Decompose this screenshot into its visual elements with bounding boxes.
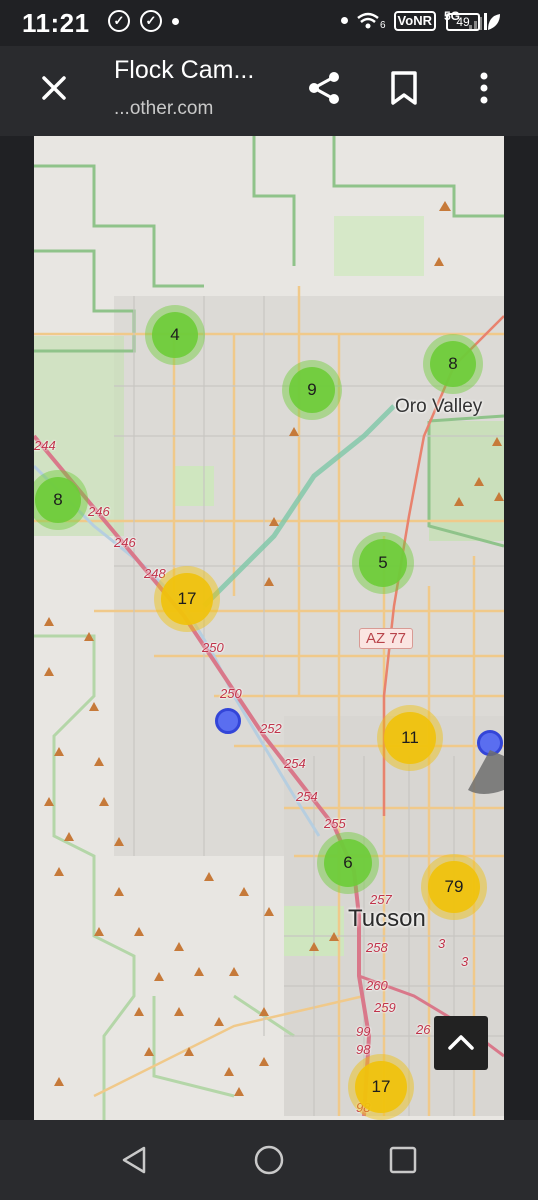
mile-marker: 26 — [416, 1022, 431, 1037]
place-label-oro-valley: Oro Valley — [395, 396, 483, 417]
mile-marker: 246 — [114, 535, 136, 550]
mile-marker: 3 — [438, 936, 446, 951]
cluster-marker[interactable]: 8 — [423, 334, 483, 394]
chevron-up-icon — [448, 1035, 474, 1050]
check-circle-icon: ✓ — [140, 10, 162, 32]
recents-icon[interactable] — [385, 1142, 421, 1178]
status-bar: 11:21 ✓ ✓ 6 VoNR 5G 49 — [0, 0, 538, 46]
mile-marker: 252 — [260, 721, 282, 736]
battery-icon: 49 — [446, 13, 480, 31]
home-icon[interactable] — [251, 1142, 287, 1178]
cluster-marker[interactable]: 11 — [377, 705, 443, 771]
route-shield-az77: AZ 77 — [359, 628, 414, 649]
more-vert-icon[interactable] — [464, 68, 504, 108]
mile-marker: 259 — [374, 1000, 396, 1015]
mile-marker: 255 — [324, 816, 346, 831]
check-circle-icon: ✓ — [108, 10, 130, 32]
mile-marker: 250 — [202, 640, 224, 655]
cluster-count: 5 — [358, 538, 408, 588]
mile-marker: 254 — [284, 756, 306, 771]
mile-marker: 244 — [34, 438, 56, 453]
system-nav-bar — [0, 1120, 538, 1200]
bookmark-icon[interactable] — [384, 68, 424, 108]
cluster-marker[interactable]: 5 — [352, 532, 414, 594]
vonr-badge: VoNR — [393, 10, 436, 31]
mile-marker: 3 — [461, 954, 469, 969]
status-notifications: ✓ ✓ — [108, 10, 179, 32]
wifi-icon — [357, 12, 379, 28]
share-icon[interactable] — [304, 68, 344, 108]
back-icon[interactable] — [116, 1142, 152, 1178]
mile-marker: 98 — [356, 1042, 371, 1057]
place-label-tucson: Tucson — [348, 905, 426, 932]
cluster-count: 6 — [323, 838, 373, 888]
map-view[interactable]: Oro Valley Tucson AZ 77 244 246 246 248 … — [34, 136, 504, 1120]
mile-marker: 257 — [370, 892, 392, 907]
cluster-count: 17 — [355, 1061, 407, 1113]
mile-marker: 246 — [88, 504, 110, 519]
map-base — [34, 136, 504, 1120]
cluster-count: 79 — [428, 861, 480, 913]
cluster-count: 11 — [384, 712, 436, 764]
mile-marker: 258 — [366, 940, 388, 955]
cluster-marker[interactable]: 9 — [282, 360, 342, 420]
cluster-count: 4 — [151, 311, 199, 359]
dot-icon — [172, 17, 179, 25]
cluster-count: 17 — [161, 573, 213, 625]
browser-toolbar: Flock Cam... ...other.com — [0, 46, 538, 136]
mile-marker: 260 — [366, 978, 388, 993]
cluster-count: 8 — [429, 340, 477, 388]
status-time: 11:21 — [22, 8, 90, 38]
mile-marker: 254 — [296, 789, 318, 804]
dot-icon — [340, 17, 348, 24]
mile-marker: 99 — [356, 1024, 371, 1039]
close-icon[interactable] — [36, 70, 72, 106]
cluster-marker[interactable]: 4 — [145, 305, 205, 365]
cluster-count: 9 — [288, 366, 336, 414]
direction-cone-icon — [468, 750, 504, 794]
wifi-badge: 6 — [379, 20, 386, 31]
location-marker[interactable] — [215, 708, 241, 734]
cluster-marker[interactable]: 17 — [154, 566, 220, 632]
scroll-top-button[interactable] — [434, 1016, 488, 1070]
cluster-marker[interactable]: 17 — [348, 1054, 414, 1120]
cluster-marker[interactable]: 6 — [317, 832, 379, 894]
leaf-icon — [488, 14, 500, 30]
page-title: Flock Cam... — [114, 56, 255, 84]
page-url: ...other.com — [114, 98, 214, 119]
cluster-count: 8 — [34, 476, 82, 524]
cluster-marker[interactable]: 79 — [421, 854, 487, 920]
